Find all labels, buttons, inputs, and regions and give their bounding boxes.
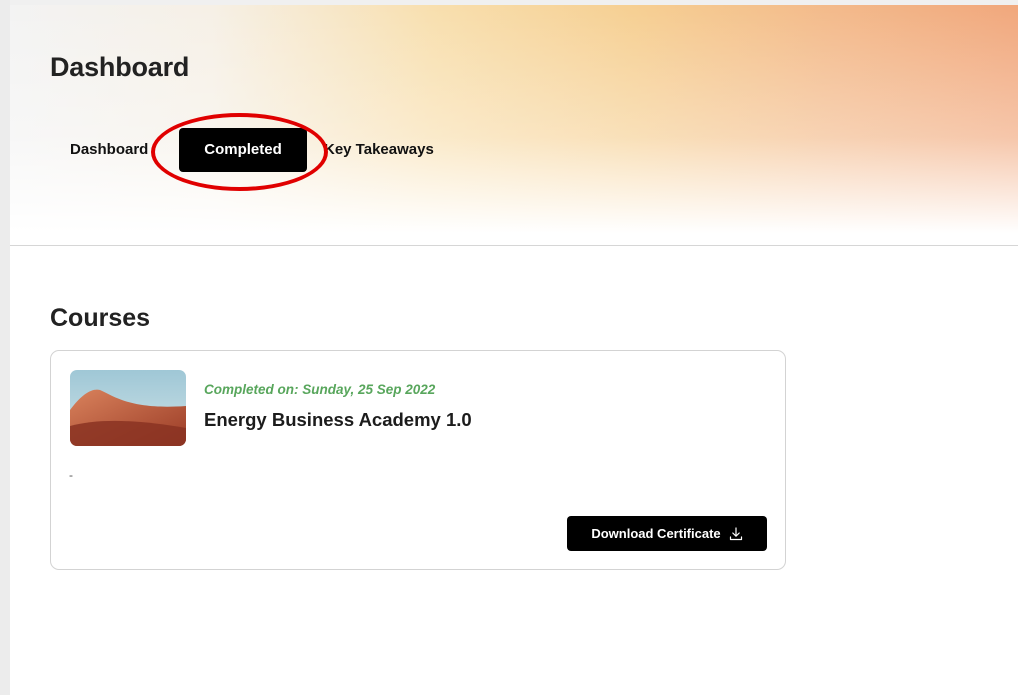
completion-date: Completed on: Sunday, 25 Sep 2022 [204,382,436,397]
download-icon [729,526,743,541]
left-strip [0,0,10,695]
course-title[interactable]: Energy Business Academy 1.0 [204,409,472,431]
tab-key-takeaways[interactable]: Key Takeaways [324,128,434,172]
dashboard-hero [10,5,1018,245]
header-divider [10,245,1018,246]
page-title: Dashboard [50,52,190,82]
tab-dashboard[interactable]: Dashboard [70,128,148,172]
desert-landscape-image [70,370,186,446]
course-card[interactable]: Completed on: Sunday, 25 Sep 2022 Energy… [50,350,786,570]
courses-section-title: Courses [50,304,151,332]
course-description: - [69,468,73,482]
download-certificate-button[interactable]: Download Certificate [567,516,767,551]
highlight-annotation-circle [151,113,328,191]
course-thumbnail [70,370,186,446]
download-certificate-label: Download Certificate [591,526,721,541]
